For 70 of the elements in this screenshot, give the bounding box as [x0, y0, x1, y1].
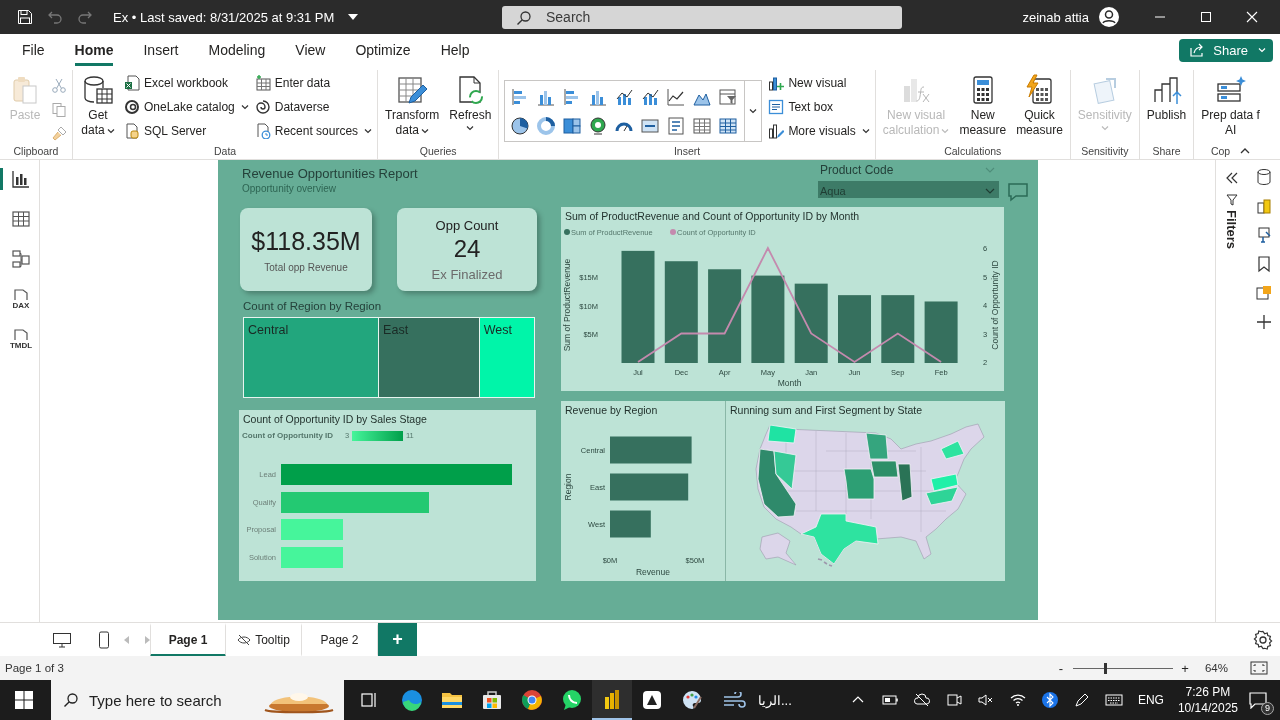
ribbon-button[interactable]: Quick measure [1014, 72, 1065, 140]
ribbon-button[interactable]: Text box [768, 98, 870, 116]
chart-title: Revenue by Region [564, 403, 659, 418]
ribbon-button[interactable]: More visuals [768, 122, 870, 140]
language-indicator[interactable]: ENG [1137, 693, 1164, 707]
ribbon-button[interactable]: New visual [768, 74, 870, 92]
card-label: Total opp Revenue [264, 261, 348, 273]
ribbon-button[interactable]: Recent sources [254, 122, 373, 140]
zoom-in-button[interactable]: + [1178, 660, 1191, 676]
card-heading: Opp Count [435, 217, 499, 233]
view-button[interactable]: DAX [0, 288, 40, 310]
add-page-button[interactable]: + [378, 622, 417, 657]
ribbon-button[interactable]: SQL Server [124, 122, 249, 140]
slicer-label: Product Code [820, 163, 894, 177]
clock-date[interactable]: 10/14/2025 [1177, 700, 1238, 716]
axis-title: Month [777, 378, 802, 388]
share-button[interactable]: Share [1179, 38, 1273, 62]
axis-title: Revenue [636, 567, 670, 577]
ribbon-button[interactable]: Refresh [447, 72, 494, 133]
clock-time[interactable]: 7:26 PM [1185, 684, 1231, 700]
weather-button[interactable]: الريا... [722, 692, 792, 708]
group-label: Data [213, 145, 237, 157]
group-label: Cop [1210, 145, 1231, 157]
menu-tab[interactable]: File [22, 34, 45, 66]
group-label: Clipboard [13, 145, 59, 157]
group-label: Share [1152, 145, 1181, 157]
ribbon-button[interactable]: Prep data f AI [1199, 72, 1262, 140]
notification-badge: 9 [1261, 702, 1274, 715]
treemap-tile: West [479, 318, 534, 397]
treemap-tile: Central [244, 318, 379, 397]
group-label: Insert [673, 145, 701, 157]
treemap-tile: East [379, 318, 479, 397]
menu-tab[interactable]: Optimize [355, 34, 411, 66]
search-field[interactable]: Search [502, 5, 902, 29]
group-label: Sensitivity [1081, 145, 1129, 157]
report-title: Revenue Opportunities Report [242, 166, 418, 181]
window-title: Ex • Last saved: 8/31/2025 at 9:31 PM [113, 9, 335, 25]
card-value: 24 [453, 234, 481, 263]
card-label: Ex Finalized [431, 266, 503, 282]
axis-title: Sum of ProductRevenue [562, 258, 572, 352]
group-label: Calculations [944, 145, 1002, 157]
chart-title: Running sum and First Segment by State [729, 403, 923, 418]
axis-title: Region [563, 473, 573, 501]
menu-tab[interactable]: View [295, 34, 326, 66]
menu-tab[interactable]: Insert [143, 34, 179, 66]
ribbon-button[interactable]: Publish [1144, 72, 1189, 125]
visual-title: Count of Region by Region [243, 300, 382, 312]
chart-title: Sum of ProductRevenue and Count of Opportunity ID by Month [564, 209, 861, 224]
ribbon-button[interactable]: OneLake catalog [124, 98, 249, 116]
menu-tab[interactable]: Modeling [208, 34, 266, 66]
user-name: zeinab attia [1022, 9, 1089, 25]
legend-title: Count of Opportunity ID [242, 431, 334, 440]
ribbon-button[interactable]: Transform data [383, 72, 442, 140]
group-label: Queries [419, 145, 457, 157]
taskbar-search-field[interactable]: Type here to search [51, 680, 344, 720]
ribbon-button[interactable]: Get data [78, 72, 118, 140]
zoom-out-button[interactable]: - [1054, 660, 1067, 676]
axis-title: Count of Opportunity ID [990, 260, 1000, 350]
view-button[interactable]: TMDL [0, 328, 40, 350]
chart-title: Count of Opportunity ID by Sales Stage [242, 412, 428, 427]
ribbon-button[interactable]: Dataverse [254, 98, 373, 116]
card-value: $118.35M [251, 226, 361, 256]
filters-tab[interactable]: Filters [1224, 194, 1239, 249]
menu-tab[interactable]: Help [440, 34, 470, 66]
report-subtitle: Opportunity overview [242, 183, 336, 194]
ribbon-button[interactable]: Excel workbook [124, 74, 249, 92]
page-indicator: Page 1 of 3 [5, 662, 64, 674]
ribbon-button[interactable]: Enter data [254, 74, 373, 92]
ribbon-button[interactable]: New measure [957, 72, 1009, 140]
zoom-level: 64% [1204, 662, 1228, 674]
